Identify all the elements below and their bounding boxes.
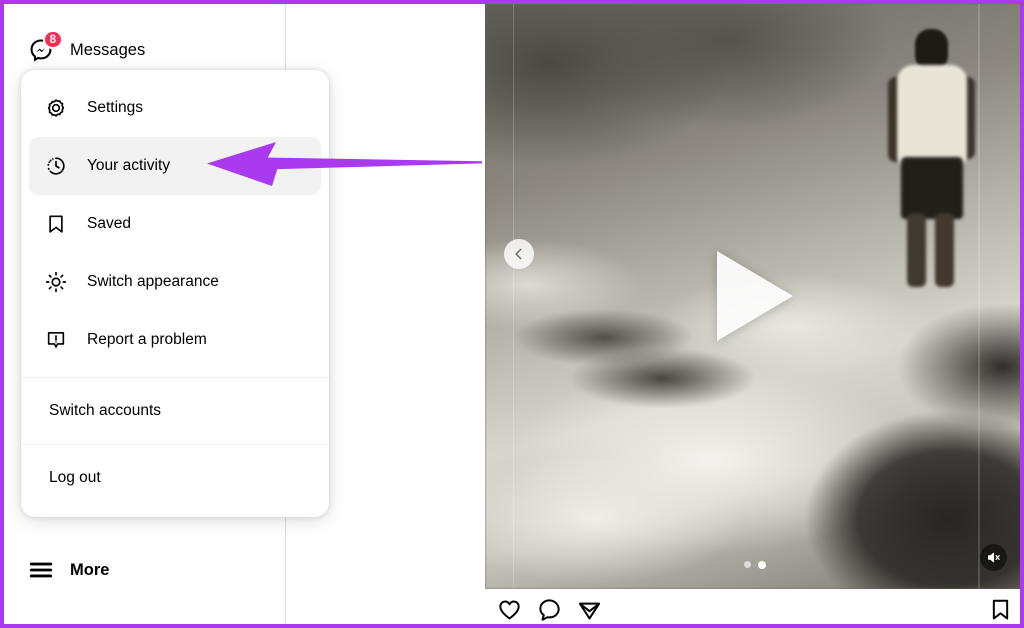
sidebar-item-more[interactable]: More bbox=[16, 546, 121, 594]
bookmark-icon bbox=[988, 597, 1013, 624]
menu-item-report-a-problem[interactable]: Report a problem bbox=[29, 311, 321, 369]
post-container bbox=[485, 4, 1020, 624]
comment-bubble-icon bbox=[537, 597, 562, 624]
like-button[interactable] bbox=[489, 594, 529, 624]
menu-item-report-a-problem-label: Report a problem bbox=[87, 331, 207, 348]
hamburger-menu-icon bbox=[28, 557, 54, 583]
menu-item-saved-label: Saved bbox=[87, 215, 131, 232]
gear-icon bbox=[45, 97, 67, 119]
sun-icon bbox=[45, 271, 67, 293]
heart-icon bbox=[497, 597, 522, 624]
menu-item-settings[interactable]: Settings bbox=[29, 79, 321, 137]
carousel-dot-2[interactable] bbox=[757, 561, 766, 569]
menu-item-switch-accounts[interactable]: Switch accounts bbox=[21, 378, 329, 444]
menu-item-log-out-label: Log out bbox=[49, 469, 101, 486]
paper-plane-icon bbox=[577, 597, 602, 624]
messenger-icon: 8 bbox=[28, 30, 63, 63]
play-icon[interactable] bbox=[716, 251, 793, 341]
more-options-popup-menu: Settings Your activity Saved Switch appe… bbox=[21, 70, 329, 517]
sidebar-item-more-label: More bbox=[70, 560, 110, 579]
menu-item-settings-label: Settings bbox=[87, 99, 144, 116]
carousel-dot-1[interactable] bbox=[743, 561, 751, 568]
menu-item-saved[interactable]: Saved bbox=[29, 195, 321, 253]
menu-item-your-activity[interactable]: Your activity bbox=[29, 137, 321, 195]
post-media-video[interactable] bbox=[485, 4, 1020, 589]
speaker-muted-icon[interactable] bbox=[980, 544, 1007, 571]
sidebar-item-messages[interactable]: 8 Messages bbox=[16, 26, 157, 74]
messages-unread-badge: 8 bbox=[42, 30, 63, 49]
menu-item-your-activity-label: Your activity bbox=[87, 157, 170, 174]
person-silhouette bbox=[877, 29, 987, 319]
clock-history-icon bbox=[45, 155, 67, 177]
chevron-left-icon[interactable] bbox=[504, 239, 534, 269]
post-action-bar bbox=[485, 592, 1020, 624]
carousel-dots bbox=[485, 561, 1020, 569]
video-frame-seam-left bbox=[513, 4, 514, 589]
share-button[interactable] bbox=[569, 594, 609, 624]
bookmark-icon bbox=[45, 213, 67, 235]
app-window: 8 Messages More Settings Your activity S… bbox=[0, 0, 1024, 628]
report-problem-icon bbox=[45, 329, 67, 351]
menu-item-switch-appearance[interactable]: Switch appearance bbox=[29, 253, 321, 311]
comment-button[interactable] bbox=[529, 594, 569, 624]
menu-item-log-out[interactable]: Log out bbox=[21, 445, 329, 511]
menu-item-switch-appearance-label: Switch appearance bbox=[87, 273, 219, 290]
menu-item-switch-accounts-label: Switch accounts bbox=[49, 402, 161, 419]
save-button[interactable] bbox=[980, 594, 1020, 624]
sidebar-item-messages-label: Messages bbox=[70, 40, 146, 59]
